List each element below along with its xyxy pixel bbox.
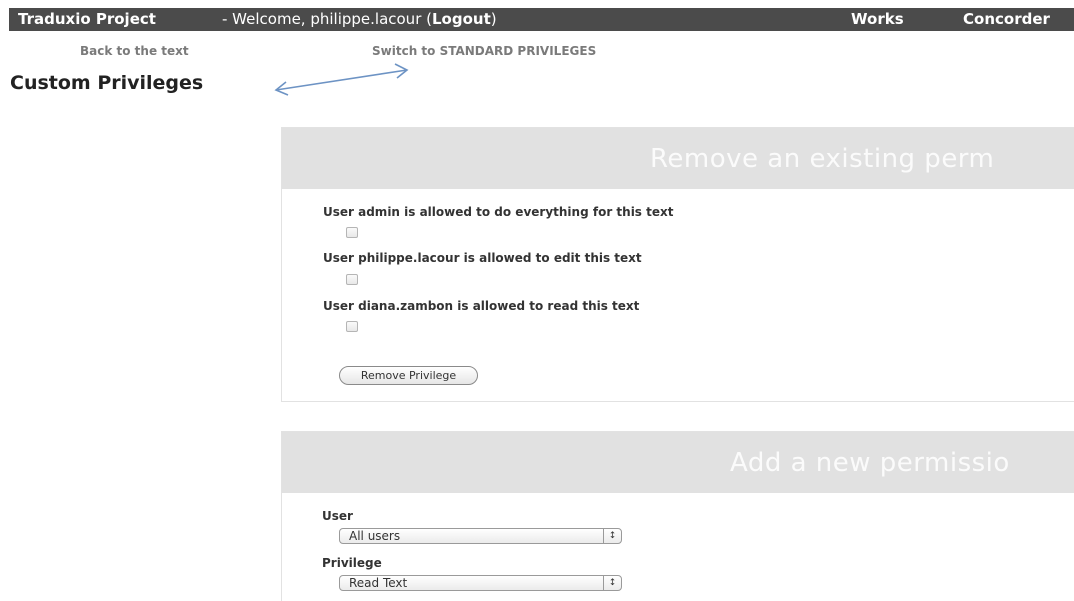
add-panel-heading: Add a new permissio	[730, 448, 1010, 478]
user-select-value: All users	[349, 529, 401, 543]
permission-text-diana: User diana.zambon is allowed to read thi…	[323, 299, 640, 313]
page: Traduxio Project - Welcome, philippe.lac…	[0, 0, 1074, 601]
back-to-text-link[interactable]: Back to the text	[80, 44, 189, 58]
project-title[interactable]: Traduxio Project	[18, 8, 156, 30]
remove-panel-heading: Remove an existing perm	[650, 144, 995, 174]
privilege-select-value: Read Text	[349, 576, 408, 590]
privilege-select[interactable]: Read Text ↕	[339, 575, 622, 591]
permission-checkbox-admin[interactable]	[346, 227, 358, 238]
permission-text-admin: User admin is allowed to do everything f…	[323, 205, 674, 219]
double-arrow-icon	[274, 63, 409, 96]
logout-link[interactable]: Logout	[432, 10, 491, 28]
page-title: Custom Privileges	[10, 72, 204, 94]
permission-checkbox-philippe[interactable]	[346, 274, 358, 285]
remove-privilege-button[interactable]: Remove Privilege	[339, 366, 478, 385]
nav-works-link[interactable]: Works	[851, 8, 904, 30]
remove-panel-header: Remove an existing perm	[282, 128, 1074, 189]
top-navigation-bar: Traduxio Project - Welcome, philippe.lac…	[9, 8, 1074, 31]
welcome-suffix: )	[490, 10, 497, 28]
remove-permission-panel: Remove an existing perm User admin is al…	[281, 127, 1074, 402]
nav-concorder-link[interactable]: Concorder	[963, 8, 1050, 30]
add-permission-panel: Add a new permissio User All users ↕ Pri…	[281, 431, 1074, 601]
welcome-message: - Welcome, philippe.lacour (Logout)	[222, 8, 497, 30]
welcome-prefix: - Welcome, philippe.lacour (	[222, 10, 432, 28]
switch-privileges-link[interactable]: Switch to STANDARD PRIVILEGES	[372, 44, 596, 58]
user-select[interactable]: All users ↕	[339, 528, 622, 544]
permission-text-philippe: User philippe.lacour is allowed to edit …	[323, 251, 642, 265]
privilege-field-label: Privilege	[322, 556, 382, 570]
permission-checkbox-diana[interactable]	[346, 321, 358, 332]
up-down-chevron-icon: ↕	[603, 528, 621, 544]
up-down-chevron-icon: ↕	[603, 575, 621, 591]
user-field-label: User	[322, 509, 353, 523]
add-panel-header: Add a new permissio	[282, 432, 1074, 493]
